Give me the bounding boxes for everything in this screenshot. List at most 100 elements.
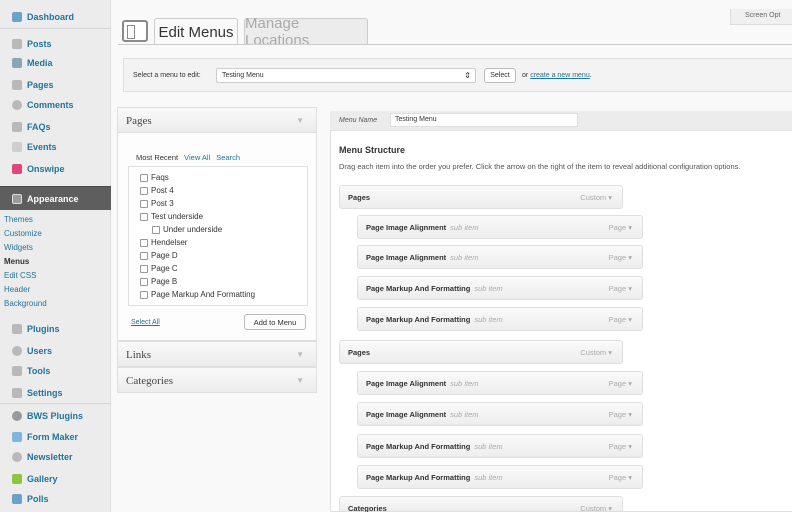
sidebar-sub-widgets[interactable]: Widgets	[4, 243, 33, 252]
tab-most-recent[interactable]: Most Recent	[136, 153, 178, 162]
sidebar-item-comments[interactable]: Comments	[0, 94, 111, 115]
menu-item-type[interactable]: Page ▾	[609, 223, 632, 232]
menu-item-type[interactable]: Custom ▾	[580, 348, 612, 357]
sidebar-item-polls[interactable]: Polls	[0, 488, 111, 509]
sidebar-item-users[interactable]: Users	[0, 340, 111, 361]
menu-item[interactable]: Page Image Alignment sub item Page ▾	[357, 215, 643, 239]
pages-icon	[12, 79, 22, 90]
screen-options-button[interactable]: Screen Opt	[730, 9, 792, 25]
sidebar-item-media[interactable]: Media	[0, 52, 111, 73]
sidebar-sub-customize[interactable]: Customize	[4, 229, 42, 238]
menu-item-type[interactable]: Page ▾	[609, 379, 632, 388]
checkbox[interactable]	[140, 290, 148, 299]
tab-search[interactable]: Search	[216, 153, 240, 162]
sidebar-item-bws-plugins[interactable]: BWS Plugins	[0, 405, 111, 426]
sidebar-item-pages[interactable]: Pages	[0, 74, 111, 95]
sidebar-item-gallery[interactable]: Gallery	[0, 468, 111, 489]
sidebar-item-events[interactable]: Events	[0, 136, 111, 157]
tab-edit-menus[interactable]: Edit Menus	[154, 18, 238, 45]
sidebar-item-tools[interactable]: Tools	[0, 360, 111, 381]
menu-item-type[interactable]: Page ▾	[609, 442, 632, 451]
tab-manage-locations[interactable]: Manage Locations	[244, 15, 368, 49]
menu-select-dropdown[interactable]: Testing Menu ⇕	[216, 68, 476, 83]
checkbox[interactable]	[140, 238, 148, 247]
menu-structure-description: Drag each item into the order you prefer…	[339, 162, 741, 171]
sidebar-item-plugins[interactable]: Plugins	[0, 318, 111, 339]
menu-item-type[interactable]: Page ▾	[609, 410, 632, 419]
menu-item-title: Pages	[348, 348, 371, 357]
menu-name-input[interactable]: Testing Menu	[390, 113, 578, 127]
chevron-down-icon: ▾	[628, 315, 632, 324]
categories-accordion-title: Categories	[126, 375, 174, 387]
create-new-menu-link[interactable]: create a new menu	[530, 72, 590, 79]
select-button[interactable]: Select	[484, 68, 516, 83]
sidebar-sub-background[interactable]: Background	[4, 299, 47, 308]
tab-view-all[interactable]: View All	[184, 153, 210, 162]
page-checkbox-item[interactable]: Hendelser	[140, 238, 187, 247]
checkbox[interactable]	[152, 225, 160, 234]
page-checkbox-item[interactable]: Under underside	[152, 225, 222, 234]
checkbox[interactable]	[140, 264, 148, 273]
menu-item[interactable]: Page Image Alignment sub item Page ▾	[357, 245, 643, 269]
pages-accordion-header[interactable]: Pages ▼	[117, 107, 317, 133]
page-checkbox-item[interactable]: Post 3	[140, 199, 174, 208]
menu-item-type[interactable]: Custom ▾	[580, 193, 612, 202]
menu-item-title: Page Image Alignment	[366, 223, 447, 232]
select-arrows-icon: ⇕	[464, 71, 471, 80]
menu-item-type[interactable]: Page ▾	[609, 315, 632, 324]
select-all-link[interactable]: Select All	[131, 319, 160, 326]
checkbox[interactable]	[140, 199, 148, 208]
menu-item-title: Page Image Alignment	[366, 379, 447, 388]
menu-item[interactable]: Pages Custom ▾	[339, 340, 623, 364]
page-checkbox-item[interactable]: Faqs	[140, 173, 169, 182]
menu-item[interactable]: Page Markup And Formatting sub item Page …	[357, 465, 643, 489]
sidebar-sub-edit-css[interactable]: Edit CSS	[4, 271, 36, 280]
page-checkbox-item[interactable]: Page Markup And Formatting	[140, 290, 255, 299]
links-accordion-header[interactable]: Links ▼	[117, 341, 317, 367]
menu-item-title: Page Markup And Formatting	[366, 473, 471, 482]
sidebar-item-appearance[interactable]: Appearance	[0, 186, 111, 210]
page-checkbox-item[interactable]: Post 4	[140, 186, 174, 195]
menu-item-type[interactable]: Page ▾	[609, 284, 632, 293]
sidebar-item-onswipe[interactable]: Onswipe	[0, 158, 111, 179]
menu-item-type[interactable]: Page ▾	[609, 473, 632, 482]
add-to-menu-button[interactable]: Add to Menu	[244, 314, 306, 330]
page-checkbox-item[interactable]: Test underside	[140, 212, 203, 221]
sidebar-sub-menus[interactable]: Menus	[4, 257, 29, 266]
checkbox[interactable]	[140, 186, 148, 195]
sidebar-sub-header[interactable]: Header	[4, 285, 30, 294]
categories-accordion-header[interactable]: Categories ▼	[117, 367, 317, 393]
sidebar-item-newsletter[interactable]: Newsletter	[0, 446, 111, 467]
menu-item-title: Page Image Alignment	[366, 410, 447, 419]
sidebar-item-posts[interactable]: Posts	[0, 33, 111, 54]
checkbox[interactable]	[140, 251, 148, 260]
menu-item-type[interactable]: Custom ▾	[580, 504, 612, 512]
checkbox[interactable]	[140, 277, 148, 286]
pin-icon	[12, 121, 22, 132]
sub-item-label: sub item	[474, 473, 503, 482]
menu-item[interactable]: Page Image Alignment sub item Page ▾	[357, 371, 643, 395]
menu-item[interactable]: Page Markup And Formatting sub item Page …	[357, 307, 643, 331]
page-checkbox-item[interactable]: Page B	[140, 277, 177, 286]
sidebar-item-settings[interactable]: Settings	[0, 382, 111, 403]
sidebar-item-form-maker[interactable]: Form Maker	[0, 426, 111, 447]
sidebar-item-faqs[interactable]: FAQs	[0, 116, 111, 137]
tab-underline	[118, 44, 792, 45]
menu-item[interactable]: Page Markup And Formatting sub item Page …	[357, 434, 643, 458]
menu-item[interactable]: Page Image Alignment sub item Page ▾	[357, 402, 643, 426]
chevron-down-icon: ▾	[628, 223, 632, 232]
pages-tabs: Most Recent View All Search	[136, 153, 246, 162]
page-checkbox-item[interactable]: Page C	[140, 264, 178, 273]
menu-item-type[interactable]: Page ▾	[609, 253, 632, 262]
menu-item[interactable]: Pages Custom ▾	[339, 185, 623, 209]
sidebar-sub-themes[interactable]: Themes	[4, 215, 33, 224]
onswipe-icon	[12, 163, 22, 174]
sidebar-item-dashboard[interactable]: Dashboard	[0, 6, 111, 27]
sub-item-label: sub item	[450, 379, 479, 388]
checkbox[interactable]	[140, 173, 148, 182]
menu-item[interactable]: Categories Custom ▾	[339, 496, 623, 512]
menu-item[interactable]: Page Markup And Formatting sub item Page …	[357, 276, 643, 300]
page-checkbox-item[interactable]: Page D	[140, 251, 178, 260]
events-icon	[12, 141, 22, 152]
checkbox[interactable]	[140, 212, 148, 221]
